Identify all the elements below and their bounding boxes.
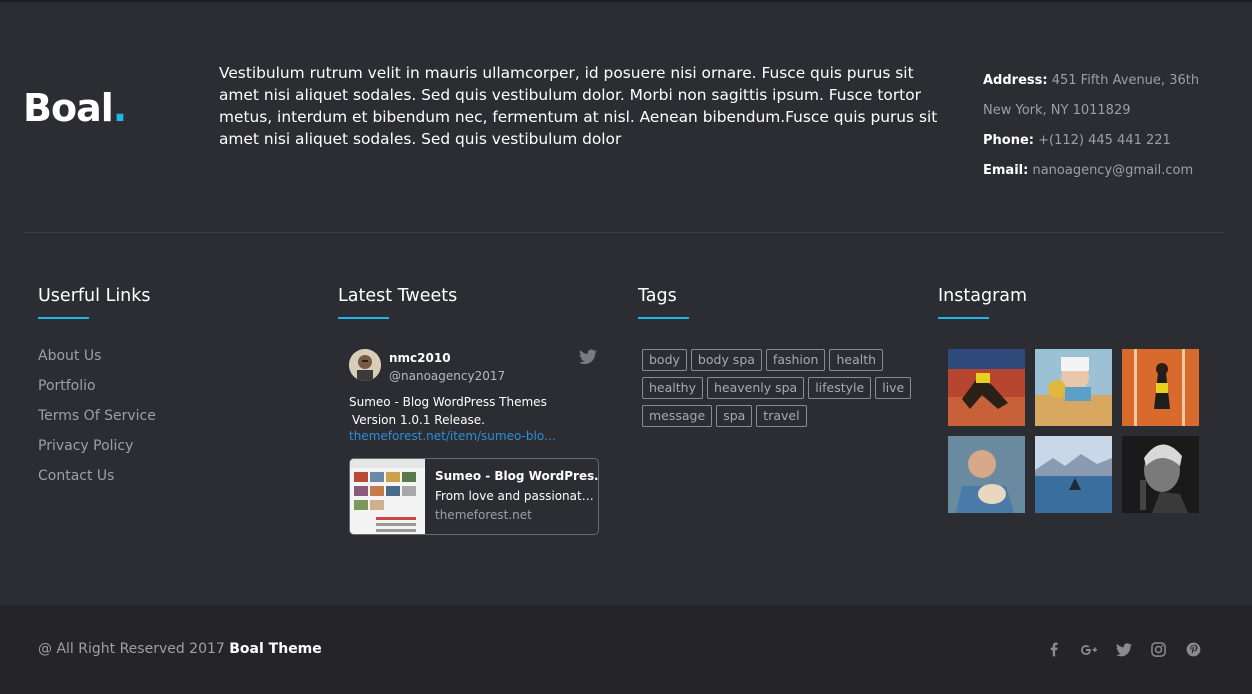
email-label: Email: — [983, 163, 1029, 178]
tweet-author-handle[interactable]: @nanoagency2017 — [389, 369, 505, 383]
google-plus-icon[interactable] — [1080, 642, 1097, 658]
tweet-link[interactable]: themeforest.net/item/sumeo-blo… — [349, 429, 556, 443]
card-description: From love and passionat… — [435, 489, 594, 503]
footer-brand[interactable]: Boal Theme — [229, 641, 322, 657]
instagram-photo[interactable] — [1035, 349, 1112, 426]
title-underline — [338, 317, 389, 319]
site-logo[interactable]: Boal. — [23, 86, 127, 130]
card-thumbnail — [350, 459, 425, 534]
phone-line: Phone: +(112) 445 441 221 — [983, 133, 1171, 148]
tag-lifestyle[interactable]: lifestyle — [808, 377, 872, 399]
tag-live[interactable]: live — [875, 377, 912, 399]
tag-healthy[interactable]: healthy — [642, 377, 703, 399]
link-contact-us[interactable]: Contact Us — [38, 461, 156, 491]
facebook-icon[interactable] — [1046, 642, 1062, 658]
tags-title: Tags — [638, 286, 677, 306]
logo-dot: . — [112, 86, 127, 130]
useful-links-list: About Us Portfolio Terms Of Service Priv… — [38, 341, 156, 491]
link-about-us[interactable]: About Us — [38, 341, 156, 371]
title-underline — [938, 317, 989, 319]
address-line-1: Address: 451 Fifth Avenue, 36th — [983, 73, 1200, 88]
instagram-photo[interactable] — [948, 349, 1025, 426]
tweet-avatar[interactable] — [349, 349, 381, 381]
tag-travel[interactable]: travel — [756, 405, 807, 427]
link-privacy-policy[interactable]: Privacy Policy — [38, 431, 156, 461]
twitter-icon[interactable] — [1116, 642, 1132, 658]
tag-heavenly-spa[interactable]: heavenly spa — [706, 377, 805, 399]
tag-cloud: body body spa fashion health healthy heavenl… — [642, 349, 922, 433]
instagram-icon[interactable] — [1151, 642, 1167, 658]
tweet-text: Sumeo - Blog WordPress Themes Version 1.… — [349, 395, 547, 427]
title-underline — [638, 317, 689, 319]
tweet-author-name[interactable]: nmc2010 — [389, 351, 451, 365]
link-portfolio[interactable]: Portfolio — [38, 371, 156, 401]
tweet-link-card[interactable]: Sumeo - Blog WordPres… From love and pas… — [349, 458, 599, 535]
link-terms-of-service[interactable]: Terms Of Service — [38, 401, 156, 431]
phone-label: Phone: — [983, 133, 1034, 148]
instagram-photo[interactable] — [1122, 349, 1199, 426]
section-divider — [24, 232, 1224, 233]
intro-text: Vestibulum rutrum velit in mauris ullamc… — [219, 64, 938, 148]
twitter-icon[interactable] — [579, 349, 597, 369]
tag-health[interactable]: health — [829, 349, 884, 371]
latest-tweets-title: Latest Tweets — [338, 286, 458, 306]
instagram-photo[interactable] — [948, 436, 1025, 513]
instagram-title: Instagram — [938, 286, 1028, 306]
card-url: themeforest.net — [435, 508, 532, 522]
tag-body-spa[interactable]: body spa — [690, 349, 762, 371]
pinterest-icon[interactable] — [1186, 642, 1202, 658]
tag-spa[interactable]: spa — [716, 405, 753, 427]
tag-message[interactable]: message — [642, 405, 713, 427]
contact-info: Address: 451 Fifth Avenue, 36th New York… — [983, 66, 1243, 186]
address-label: Address: — [983, 73, 1048, 88]
card-title: Sumeo - Blog WordPres… — [435, 469, 599, 483]
title-underline — [38, 317, 89, 319]
top-strip — [0, 0, 1252, 2]
tag-fashion[interactable]: fashion — [765, 349, 826, 371]
footer-bar: @ All Right Reserved 2017 Boal Theme — [0, 605, 1252, 694]
address-line-2: New York, NY 1011829 — [983, 103, 1131, 118]
copyright: @ All Right Reserved 2017 Boal Theme — [38, 641, 322, 657]
email-line[interactable]: Email: nanoagency@gmail.com — [983, 156, 1243, 186]
instagram-photo[interactable] — [1035, 436, 1112, 513]
tag-body[interactable]: body — [642, 349, 687, 371]
useful-links-title: Userful Links — [38, 286, 151, 306]
instagram-photo[interactable] — [1122, 436, 1199, 513]
